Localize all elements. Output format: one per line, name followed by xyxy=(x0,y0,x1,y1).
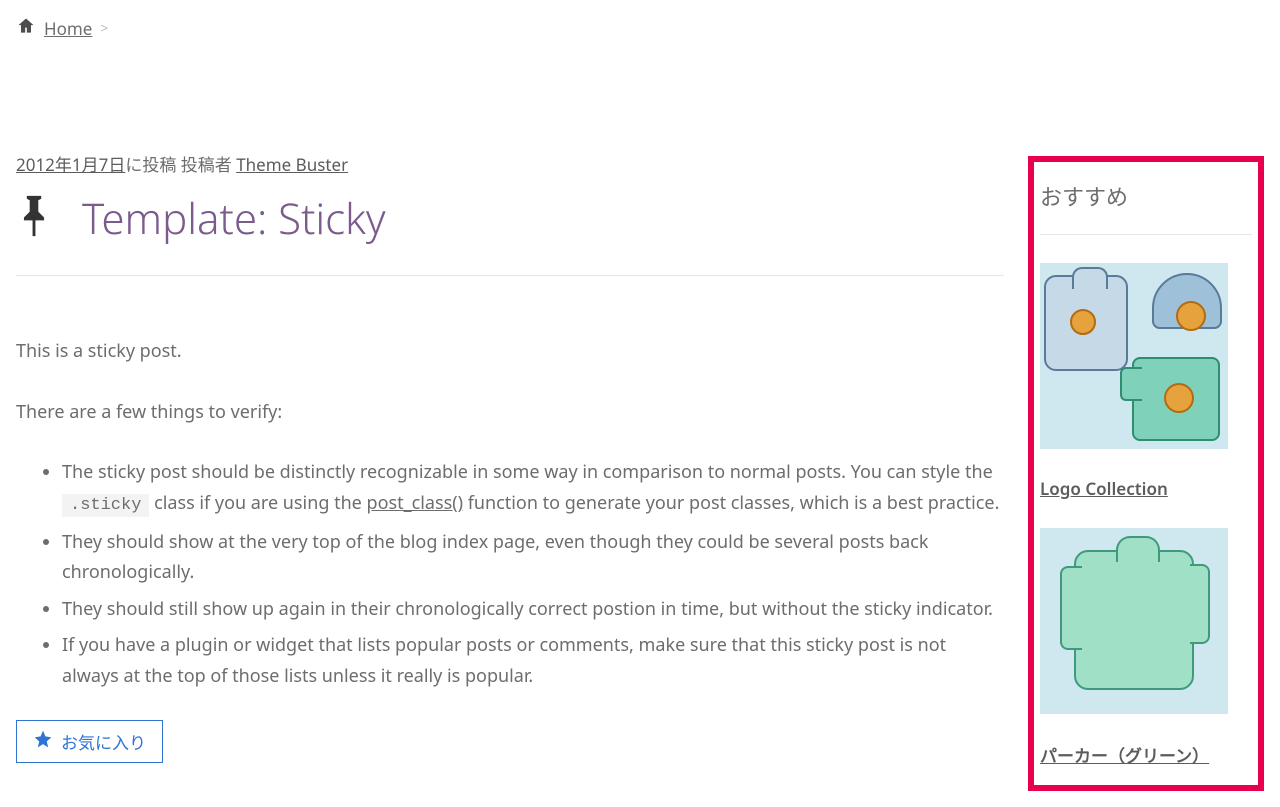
post-class-link[interactable]: post_class() xyxy=(367,491,464,515)
sidebar-title: おすすめ xyxy=(1040,180,1252,235)
favorite-button[interactable]: お気に入り xyxy=(16,720,163,763)
sidebar-recommended: おすすめ Logo Collection パーカー（グリーン） xyxy=(1028,156,1264,791)
star-icon xyxy=(33,729,53,754)
product-card: パーカー（グリーン） xyxy=(1040,528,1252,767)
paragraph: There are a few things to verify: xyxy=(16,397,1004,428)
favorite-label: お気に入り xyxy=(61,729,146,754)
post-content: This is a sticky post. There are a few t… xyxy=(16,336,1004,763)
paragraph: This is a sticky post. xyxy=(16,336,1004,367)
post-date[interactable]: 2012年1月7日 xyxy=(16,153,125,176)
post-meta: 2012年1月7日に投稿 投稿者 Theme Buster xyxy=(16,151,1004,176)
product-card: Logo Collection xyxy=(1040,263,1252,500)
post-author[interactable]: Theme Buster xyxy=(236,153,348,176)
list-item: They should still show up again in their… xyxy=(62,594,1004,625)
code-inline: .sticky xyxy=(62,494,149,517)
meta-text: に投稿 投稿者 xyxy=(125,153,236,176)
list-item: They should show at the very top of the … xyxy=(62,527,1004,588)
list-item: If you have a plugin or widget that list… xyxy=(62,630,1004,691)
product-link[interactable]: パーカー（グリーン） xyxy=(1040,744,1209,767)
pin-icon xyxy=(16,193,52,244)
breadcrumb: Home > xyxy=(16,16,1004,41)
home-icon xyxy=(16,16,36,41)
product-image[interactable] xyxy=(1040,263,1228,449)
product-image[interactable] xyxy=(1040,528,1228,714)
breadcrumb-home[interactable]: Home xyxy=(44,17,92,40)
list-item: The sticky post should be distinctly rec… xyxy=(62,457,1004,520)
product-link[interactable]: Logo Collection xyxy=(1040,477,1168,500)
chevron-right-icon: > xyxy=(100,19,108,38)
page-title: Template: Sticky xyxy=(82,190,386,247)
